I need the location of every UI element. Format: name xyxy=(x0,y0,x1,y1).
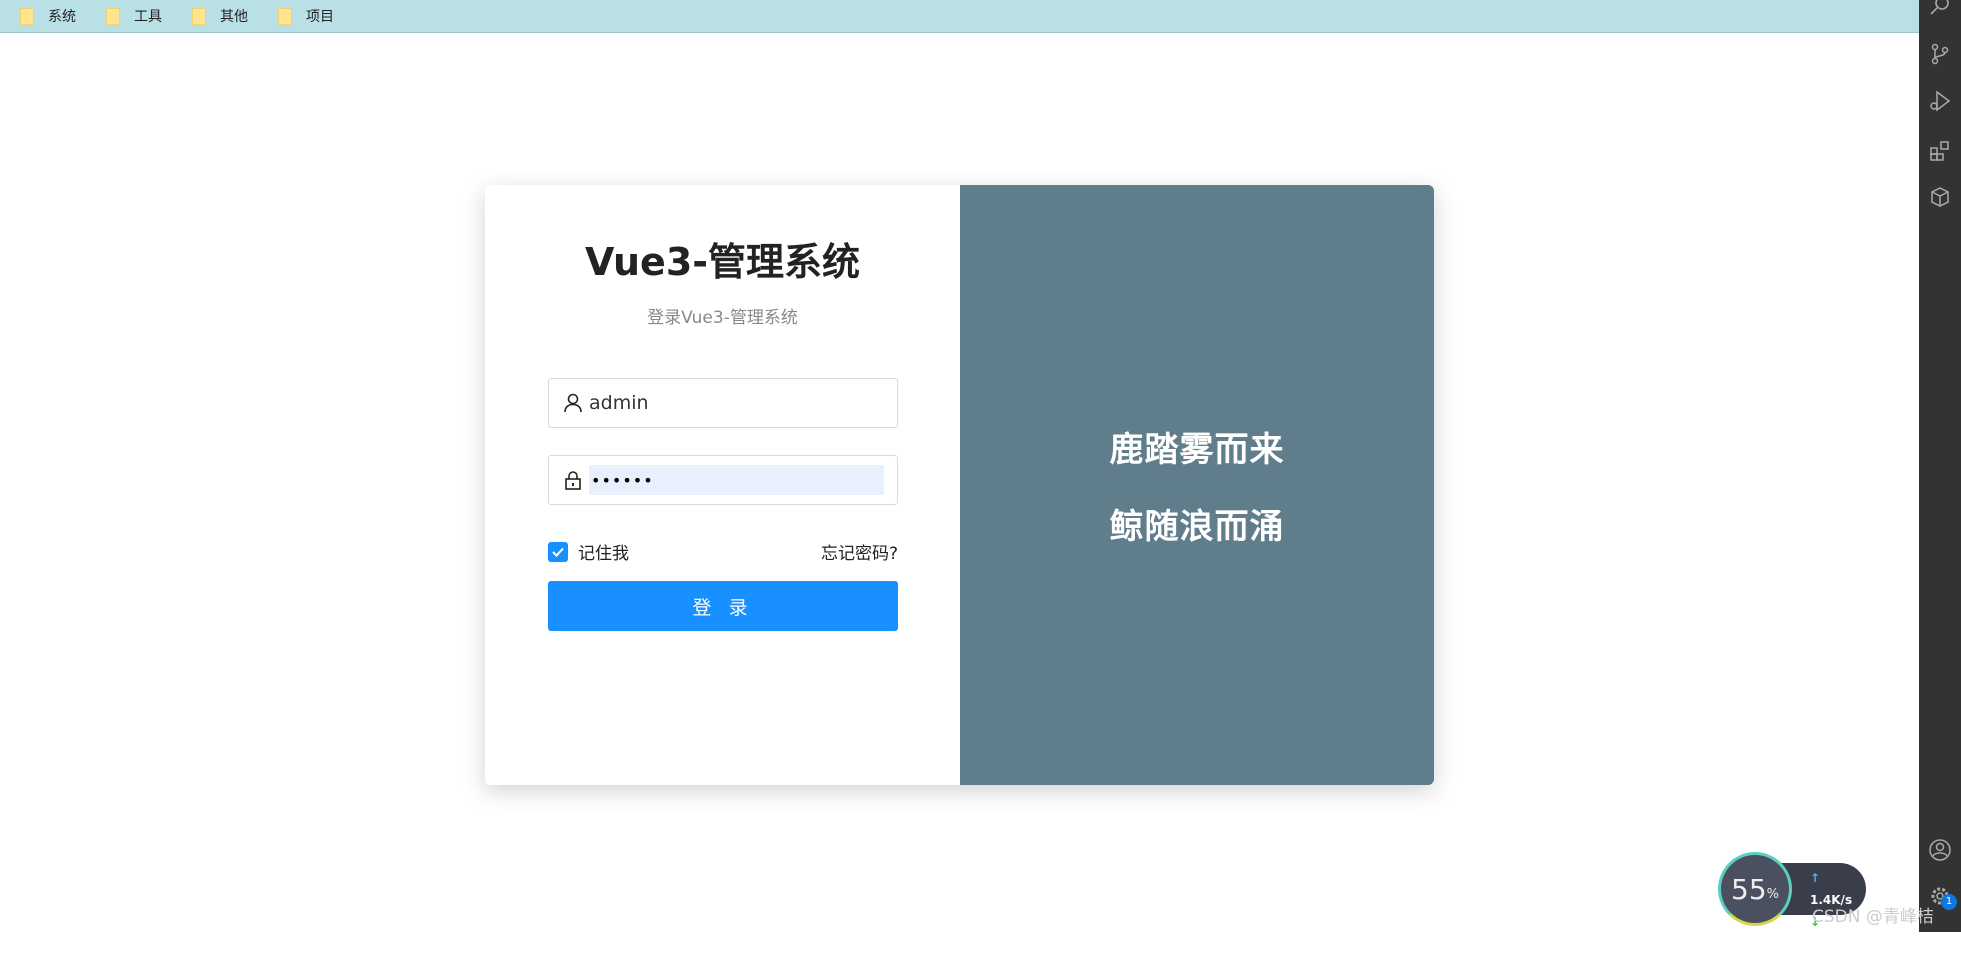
cpu-gauge: 55% xyxy=(1718,852,1792,926)
package-icon[interactable] xyxy=(1928,185,1952,209)
banner-line: 鲸随浪而涌 xyxy=(1109,507,1285,547)
lock-icon xyxy=(565,471,581,490)
page-subtitle: 登录Vue3-管理系统 xyxy=(647,308,798,328)
login-card: Vue3-管理系统 登录Vue3-管理系统 admin •••••• 记住我 忘… xyxy=(485,185,1434,785)
folder-icon xyxy=(192,7,206,25)
bookmark-folder[interactable]: 系统 xyxy=(20,6,76,26)
folder-icon xyxy=(20,7,34,25)
account-icon[interactable] xyxy=(1928,838,1952,862)
settings-badge: 1 xyxy=(1941,894,1957,910)
page-title: Vue3-管理系统 xyxy=(584,240,861,284)
folder-icon xyxy=(278,7,292,25)
options-row: 记住我 忘记密码? xyxy=(548,539,898,564)
bookmarks-bar: 系统 工具 其他 项目 xyxy=(0,0,1919,33)
run-debug-icon[interactable] xyxy=(1928,89,1952,113)
source-control-icon[interactable] xyxy=(1928,42,1952,66)
search-icon[interactable] xyxy=(1928,0,1952,18)
banner-panel: 鹿踏雾而来 鲸随浪而涌 xyxy=(960,185,1434,785)
forgot-password-link[interactable]: 忘记密码? xyxy=(821,539,898,564)
login-button[interactable]: 登 录 xyxy=(548,581,898,631)
extensions-icon[interactable] xyxy=(1928,139,1952,163)
upload-arrow-icon: ↑ xyxy=(1810,871,1821,885)
remember-me-checkbox[interactable]: 记住我 xyxy=(548,539,629,564)
bookmark-folder[interactable]: 项目 xyxy=(278,6,334,26)
watermark: CSDN @青峰桔 xyxy=(1812,907,1934,927)
banner-line: 鹿踏雾而来 xyxy=(1109,430,1285,470)
user-icon xyxy=(564,393,582,413)
password-input[interactable]: •••••• xyxy=(548,455,898,505)
bookmark-folder[interactable]: 工具 xyxy=(106,6,162,26)
folder-icon xyxy=(106,7,120,25)
activity-bar xyxy=(1919,0,1961,932)
login-form: Vue3-管理系统 登录Vue3-管理系统 admin •••••• 记住我 忘… xyxy=(485,185,960,785)
bookmark-folder[interactable]: 其他 xyxy=(192,6,248,26)
username-input[interactable]: admin xyxy=(548,378,898,428)
check-icon xyxy=(548,541,568,562)
